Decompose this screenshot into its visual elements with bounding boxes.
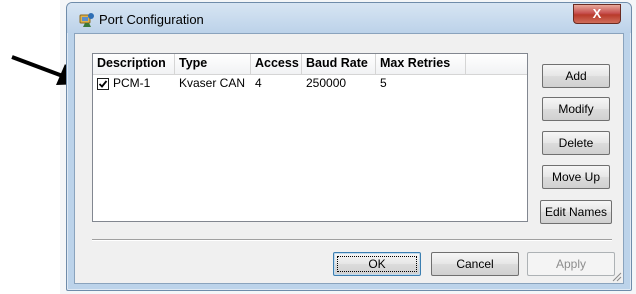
apply-button[interactable]: Apply — [527, 252, 615, 276]
port-list[interactable]: Description Type Access Baud Rate Max Re… — [92, 53, 528, 222]
list-item[interactable]: PCM-1 Kvaser CAN 4 250000 5 — [93, 75, 527, 93]
cell-baud-rate: 250000 — [306, 76, 347, 90]
column-baud-rate[interactable]: Baud Rate — [302, 54, 376, 74]
close-button[interactable]: X — [573, 4, 621, 24]
cell-access: 4 — [255, 76, 262, 90]
ok-label: OK — [368, 257, 386, 271]
dialog-title: Port Configuration — [99, 12, 204, 27]
delete-button[interactable]: Delete — [542, 131, 610, 155]
modify-button[interactable]: Modify — [542, 97, 610, 121]
column-max-retries[interactable]: Max Retries — [376, 54, 466, 74]
edit-names-button[interactable]: Edit Names — [540, 200, 612, 224]
column-access[interactable]: Access — [251, 54, 302, 74]
dialog-client-area: Description Type Access Baud Rate Max Re… — [74, 33, 624, 284]
title-bar[interactable]: Port Configuration X — [67, 3, 631, 33]
add-button[interactable]: Add — [542, 64, 610, 88]
ok-button[interactable]: OK — [333, 252, 421, 276]
cell-type: Kvaser CAN — [179, 76, 246, 90]
cell-description: PCM-1 — [113, 76, 151, 90]
checkmark-icon — [98, 80, 108, 88]
row-checkbox[interactable] — [97, 78, 109, 90]
column-type[interactable]: Type — [175, 54, 251, 74]
list-header: Description Type Access Baud Rate Max Re… — [93, 54, 527, 75]
resize-grip-icon[interactable] — [610, 270, 622, 282]
column-description[interactable]: Description — [93, 54, 175, 74]
app-icon — [79, 13, 94, 27]
separator-line — [92, 239, 612, 241]
port-configuration-dialog: Port Configuration X Description Type Ac… — [66, 2, 632, 291]
cell-max-retries: 5 — [380, 76, 387, 90]
cancel-button[interactable]: Cancel — [431, 252, 519, 276]
move-up-button[interactable]: Move Up — [542, 165, 610, 189]
